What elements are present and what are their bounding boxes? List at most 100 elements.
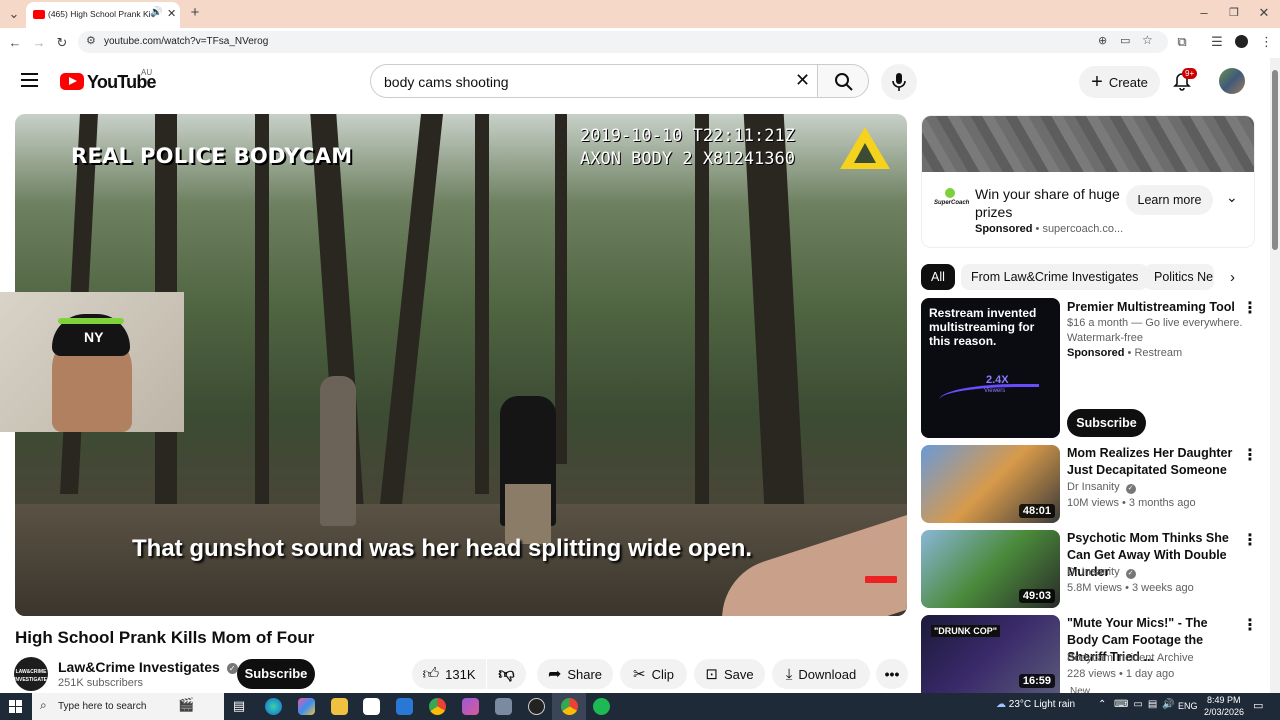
tab-search-icon[interactable]: ⌄ (6, 6, 22, 22)
channel-avatar-text: LAW&CRIME INVESTIGATES (14, 669, 51, 683)
rec-subscribe-button[interactable]: Subscribe (1067, 409, 1146, 437)
app-icon[interactable] (495, 698, 512, 715)
spotify-icon[interactable] (593, 698, 610, 715)
forward-arrow-icon[interactable]: → (32, 35, 46, 51)
chip-all[interactable]: All (921, 264, 955, 290)
clock-time[interactable]: 8:49 PM (1207, 695, 1241, 705)
rec-title[interactable]: Premier Multistreaming Tool (1067, 299, 1239, 316)
video-title: High School Prank Kills Mom of Four (15, 628, 315, 647)
hamburger-menu-icon[interactable] (21, 73, 38, 87)
rec-duration: 48:01 (1018, 504, 1055, 518)
browser-menu-icon[interactable]: ⋮ (1260, 34, 1273, 50)
voice-search-button[interactable] (881, 64, 917, 100)
subscribe-watermark-icon[interactable] (865, 576, 897, 583)
download-button[interactable]: ⤓ Download (772, 659, 870, 689)
rec-thumbnail-text: Restream invented multistreaming for thi… (929, 306, 1037, 348)
chip-from-channel[interactable]: From Law&Crime Investigates (961, 264, 1149, 290)
copilot-icon[interactable] (298, 698, 315, 715)
subscriber-count: 251K subscribers (58, 677, 143, 689)
share-label: Share (567, 666, 603, 682)
browser-tab[interactable]: (465) High School Prank Kill 🔊 ✕ (26, 2, 180, 28)
rec-menu-icon[interactable]: ⋮ (1242, 298, 1258, 318)
tab-audio-icon[interactable]: 🔊 (150, 7, 162, 18)
tree-trunk (475, 114, 489, 494)
address-bar[interactable]: ⚙ youtube.com/watch?v=TFsa_NVerog ⊕ ▭ ☆ (78, 31, 1168, 53)
tray-icons[interactable]: ⌨▭▤🔊 (1114, 699, 1180, 710)
tab-close-icon[interactable]: ✕ (167, 7, 176, 20)
mail-icon[interactable] (396, 698, 413, 715)
url-text: youtube.com/watch?v=TFsa_NVerog (104, 36, 269, 47)
new-tab-button[interactable]: + (188, 5, 202, 21)
account-avatar[interactable] (1219, 68, 1245, 94)
supercoach-logo: SuperCoach (934, 188, 969, 210)
language-indicator[interactable]: ENG (1178, 701, 1198, 711)
chrome-active-icon[interactable] (561, 698, 578, 715)
profile-avatar[interactable] (1235, 35, 1248, 48)
chip-politics[interactable]: Politics Ne (1144, 264, 1214, 290)
file-explorer-icon[interactable] (331, 698, 348, 715)
rec-channel: Dr Insanity ✓ (1067, 480, 1136, 495)
taskbar-search-box[interactable]: ⌕ Type here to search 🎬 (32, 693, 224, 720)
rec-title[interactable]: Mom Realizes Her Daughter Just Decapitat… (1067, 445, 1239, 479)
chips-next-chevron-icon[interactable]: › (1230, 269, 1235, 286)
zoom-icon[interactable]: ⊕ (1098, 34, 1107, 47)
chrome-icon[interactable] (429, 698, 446, 715)
extensions-icon[interactable]: ⧉ (1175, 34, 1189, 50)
search-input[interactable]: body cams shooting ✕ (370, 64, 818, 98)
reload-icon[interactable]: ↻ (55, 35, 69, 51)
site-info-icon[interactable]: ⚙ (86, 34, 96, 47)
window-restore-button[interactable]: ❐ (1228, 5, 1240, 21)
notification-center-icon[interactable]: ▭ (1253, 699, 1263, 712)
clock-date[interactable]: 2/03/2026 (1204, 707, 1244, 717)
rec-thumbnail[interactable]: Restream invented multistreaming for thi… (921, 298, 1060, 438)
back-arrow-icon[interactable]: ← (8, 35, 22, 51)
more-actions-button[interactable]: ••• (876, 659, 908, 689)
weather-cloud-icon: ☁ (996, 699, 1006, 710)
browser-tab-strip: ⌄ (465) High School Prank Kill 🔊 ✕ + – ❐… (0, 0, 1280, 28)
axon-logo-icon (840, 127, 890, 169)
window-close-button[interactable]: ✕ (1258, 5, 1270, 21)
youtube-logo[interactable]: YouTube AU (60, 68, 160, 92)
dislike-button[interactable]: 👎︎ (487, 659, 526, 689)
task-view-icon[interactable]: ▤ (232, 698, 246, 714)
rec-thumbnail[interactable]: 49:03 (921, 530, 1060, 608)
weather-widget[interactable]: ☁ 23°C Light rain (996, 699, 1075, 710)
like-count: 131K (445, 666, 476, 682)
rec-menu-icon[interactable]: ⋮ (1242, 445, 1258, 465)
store-icon[interactable] (363, 698, 380, 715)
ad-expand-chevron-icon[interactable]: ⌄ (1226, 189, 1238, 206)
subscribe-button[interactable]: Subscribe (237, 659, 315, 689)
tray-chevron-icon[interactable]: ⌃ (1098, 699, 1106, 710)
ad-card[interactable]: SuperCoach Win your share of huge prizes… (921, 115, 1255, 248)
search-button[interactable] (817, 64, 869, 98)
clip-button[interactable]: ✂ Clip (620, 659, 687, 689)
reading-list-icon[interactable]: ☰ (1210, 34, 1224, 50)
save-button[interactable]: ⊡ Save (694, 659, 765, 689)
clear-search-icon[interactable]: ✕ (795, 70, 810, 91)
create-button[interactable]: + Create (1079, 66, 1160, 98)
notifications-button[interactable]: 9+ (1172, 68, 1198, 94)
more-horizontal-icon: ••• (884, 666, 900, 682)
like-button[interactable]: 👍︎ 131K (412, 659, 486, 689)
channel-name[interactable]: Law&Crime Investigates ✓ (58, 659, 238, 675)
bodycam-device-id: AXON BODY 2 X81241360 (580, 149, 795, 169)
share-arrow-icon: ➦ (547, 666, 562, 683)
obs-icon[interactable] (528, 698, 545, 715)
rec-menu-icon[interactable]: ⋮ (1242, 530, 1258, 550)
rec-duration: 49:03 (1018, 589, 1055, 603)
ad-domain: supercoach.co... (1042, 223, 1124, 235)
bookmark-star-icon[interactable]: ☆ (1142, 33, 1153, 47)
rec-thumbnail[interactable]: "DRUNK COP" 16:59 (921, 615, 1060, 693)
app-icon[interactable] (462, 698, 479, 715)
share-button[interactable]: ➦ Share (537, 659, 613, 689)
windows-start-icon[interactable] (9, 700, 22, 713)
rec-menu-icon[interactable]: ⋮ (1242, 615, 1258, 635)
edge-icon[interactable] (265, 698, 282, 715)
rec-thumbnail[interactable]: 48:01 (921, 445, 1060, 523)
channel-avatar[interactable]: LAW&CRIME INVESTIGATES (14, 657, 51, 691)
learn-more-button[interactable]: Learn more (1126, 185, 1213, 215)
cast-icon[interactable]: ▭ (1120, 34, 1130, 47)
search-icon: ⌕ (40, 698, 47, 712)
window-minimize-button[interactable]: – (1198, 5, 1210, 21)
scrollbar-thumb[interactable] (1272, 70, 1278, 250)
